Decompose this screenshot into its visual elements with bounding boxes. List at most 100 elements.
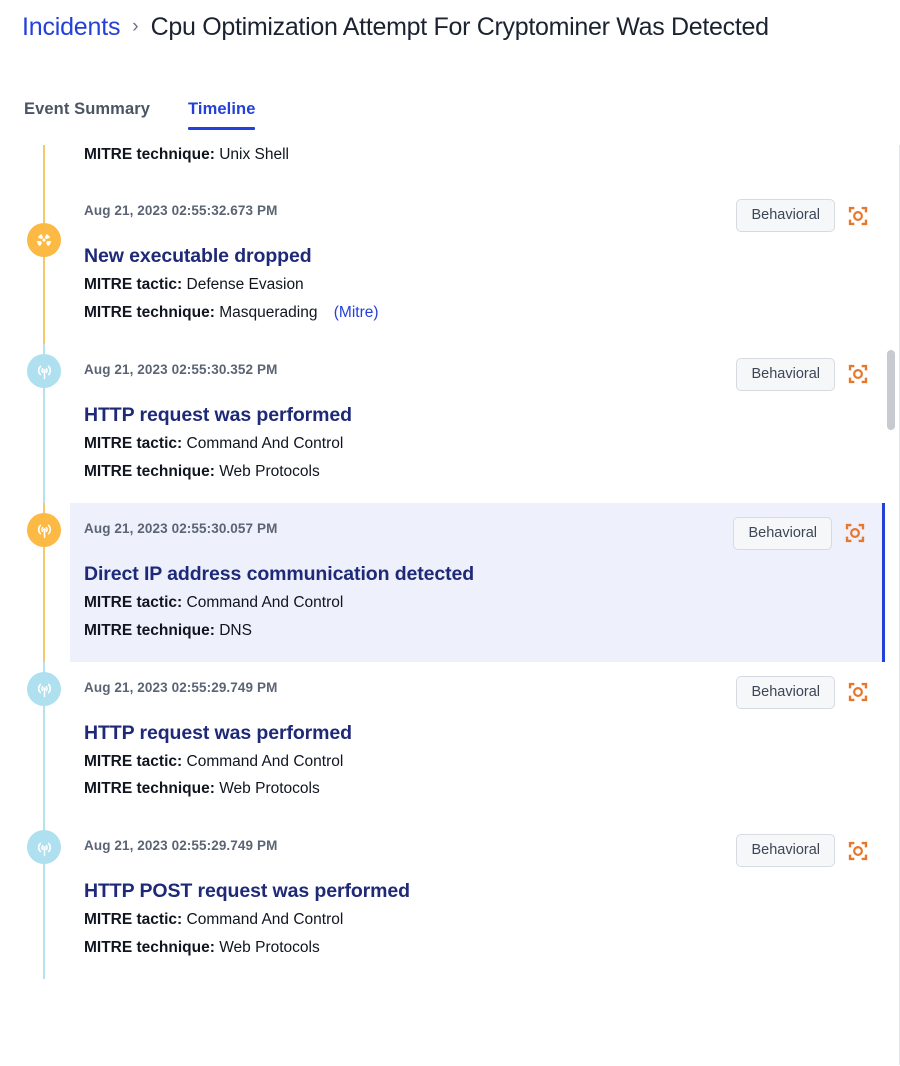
- timeline-row-content: Aug 21, 2023 02:55:30.057 PM Behavioral …: [70, 502, 899, 662]
- timeline-gutter: [0, 820, 70, 980]
- event-tactic-label: MITRE tactic:: [84, 434, 183, 452]
- event-technique-line: MITRE technique: DNS: [84, 621, 866, 642]
- timeline-node[interactable]: [27, 830, 61, 865]
- event-technique-value: Web Protocols: [219, 780, 320, 798]
- event-technique-label: MITRE technique:: [84, 146, 215, 163]
- timeline-row-content: MITRE technique: Unix Shell: [70, 145, 899, 185]
- event-technique-line: MITRE technique: Web Protocols: [84, 462, 869, 483]
- timeline-gutter: [0, 145, 70, 185]
- event-title[interactable]: Direct IP address communication detected: [84, 563, 866, 586]
- status-badge[interactable]: Behavioral: [733, 516, 832, 550]
- event-header: Aug 21, 2023 02:55:30.352 PM Behavioral: [84, 357, 869, 391]
- detection-focus-icon[interactable]: [847, 205, 869, 227]
- radiation-hazard-icon: [36, 234, 52, 247]
- event-technique-value: Web Protocols: [219, 939, 320, 957]
- event-card[interactable]: Aug 21, 2023 02:55:29.749 PM Behavioral …: [84, 662, 885, 821]
- status-badge[interactable]: Behavioral: [736, 675, 835, 709]
- timeline-row: Aug 21, 2023 02:55:29.749 PM Behavioral …: [0, 661, 899, 821]
- event-tactic-label: MITRE tactic:: [84, 752, 183, 770]
- event-tactic-line: MITRE tactic: Command And Control: [84, 752, 869, 773]
- event-card-selected[interactable]: Aug 21, 2023 02:55:30.057 PM Behavioral …: [70, 502, 885, 662]
- event-technique-value: Masquerading: [219, 303, 318, 321]
- event-card[interactable]: Aug 21, 2023 02:55:32.673 PM Behavioral …: [84, 185, 885, 344]
- event-technique-label: MITRE technique:: [84, 939, 215, 957]
- timeline-node[interactable]: [27, 223, 61, 257]
- event-technique-line: MITRE technique: Masquerading (Mitre): [84, 303, 869, 324]
- timeline-row: Aug 21, 2023 02:55:29.749 PM Behavioral …: [0, 820, 899, 980]
- timeline-row-content: Aug 21, 2023 02:55:29.749 PM Behavioral …: [70, 662, 899, 821]
- detection-focus-icon[interactable]: [847, 363, 869, 385]
- event-tactic-line: MITRE tactic: Command And Control: [84, 434, 869, 455]
- event-timestamp: Aug 21, 2023 02:55:29.749 PM: [84, 838, 278, 854]
- detection-focus-icon[interactable]: [844, 522, 866, 544]
- network-signal-icon: [37, 683, 51, 698]
- page-title: Cpu Optimization Attempt For Cryptominer…: [150, 12, 769, 41]
- event-header: Aug 21, 2023 02:55:32.673 PM Behavioral: [84, 199, 869, 232]
- timeline-spine-segment: [43, 185, 45, 344]
- event-meta: Behavioral: [736, 675, 869, 709]
- event-card[interactable]: Aug 21, 2023 02:55:30.352 PM Behavioral …: [84, 344, 885, 503]
- event-technique-label: MITRE technique:: [84, 621, 215, 639]
- timeline-row-content: Aug 21, 2023 02:55:30.352 PM Behavioral …: [70, 344, 899, 503]
- timeline-row-selected: Aug 21, 2023 02:55:30.057 PM Behavioral …: [0, 502, 899, 662]
- event-tactic-line: MITRE tactic: Command And Control: [84, 593, 866, 614]
- event-technique-label: MITRE technique:: [84, 780, 215, 798]
- event-tactic-line: MITRE tactic: Defense Evasion: [84, 275, 869, 296]
- event-title[interactable]: HTTP request was performed: [84, 404, 869, 427]
- event-technique-line: MITRE technique: Web Protocols: [84, 938, 869, 959]
- breadcrumb-separator-icon: ›: [132, 15, 139, 37]
- status-badge[interactable]: Behavioral: [736, 199, 835, 232]
- event-title[interactable]: New executable dropped: [84, 245, 869, 268]
- scrollbar-thumb[interactable]: [887, 350, 895, 430]
- timeline-gutter: [0, 185, 70, 344]
- breadcrumb: Incidents › Cpu Optimization Attempt For…: [0, 0, 900, 46]
- timeline-spine-segment: [43, 145, 45, 185]
- event-tactic-label: MITRE tactic:: [84, 593, 183, 611]
- status-badge[interactable]: Behavioral: [736, 834, 835, 868]
- timeline-gutter: [0, 343, 70, 503]
- network-signal-icon: [37, 842, 51, 857]
- timeline-row: Aug 21, 2023 02:55:30.352 PM Behavioral …: [0, 343, 899, 503]
- mitre-reference-link[interactable]: (Mitre): [334, 304, 379, 321]
- event-tactic-label: MITRE tactic:: [84, 276, 183, 293]
- event-technique-value: Unix Shell: [219, 146, 289, 163]
- event-meta: Behavioral: [736, 834, 869, 868]
- event-meta: Behavioral: [733, 516, 866, 550]
- timeline-node[interactable]: [27, 512, 61, 547]
- tab-bar: Event Summary Timeline: [0, 88, 900, 130]
- event-technique-label: MITRE technique:: [84, 303, 215, 321]
- event-technique-line: MITRE technique: Unix Shell: [84, 145, 869, 166]
- timeline-node[interactable]: [27, 671, 61, 706]
- tab-event-summary[interactable]: Event Summary: [24, 100, 150, 130]
- event-technique-label: MITRE technique:: [84, 462, 215, 480]
- event-timestamp: Aug 21, 2023 02:55:30.352 PM: [84, 361, 278, 377]
- timeline-row-content: Aug 21, 2023 02:55:32.673 PM Behavioral …: [70, 185, 899, 344]
- event-technique-value: DNS: [219, 621, 252, 639]
- event-card[interactable]: MITRE technique: Unix Shell: [84, 145, 885, 166]
- timeline-node[interactable]: [27, 353, 61, 388]
- detection-focus-icon[interactable]: [847, 681, 869, 703]
- event-header: Aug 21, 2023 02:55:30.057 PM Behavioral: [84, 516, 866, 550]
- status-badge[interactable]: Behavioral: [736, 357, 835, 391]
- event-tactic-value: Command And Control: [186, 752, 344, 770]
- timeline-scroll-region[interactable]: MITRE technique: Unix Shell Aug 21, 2023…: [0, 145, 900, 1065]
- event-header: Aug 21, 2023 02:55:29.749 PM Behavioral: [84, 834, 869, 868]
- event-tactic-value: Command And Control: [186, 593, 344, 611]
- event-timestamp: Aug 21, 2023 02:55:29.749 PM: [84, 679, 278, 695]
- event-technique-line: MITRE technique: Web Protocols: [84, 779, 869, 800]
- detection-focus-icon[interactable]: [847, 840, 869, 862]
- event-title[interactable]: HTTP POST request was performed: [84, 880, 869, 903]
- scrollbar-track[interactable]: [887, 145, 895, 1065]
- event-timestamp: Aug 21, 2023 02:55:32.673 PM: [84, 203, 278, 218]
- event-tactic-value: Command And Control: [186, 434, 344, 452]
- event-title[interactable]: HTTP request was performed: [84, 722, 869, 745]
- breadcrumb-link-incidents[interactable]: Incidents: [22, 13, 120, 42]
- event-meta: Behavioral: [736, 357, 869, 391]
- timeline-gutter: [0, 661, 70, 821]
- tab-timeline[interactable]: Timeline: [188, 100, 256, 130]
- timeline-row-content: Aug 21, 2023 02:55:29.749 PM Behavioral …: [70, 820, 899, 979]
- event-card[interactable]: Aug 21, 2023 02:55:29.749 PM Behavioral …: [84, 820, 885, 979]
- network-signal-icon: [37, 524, 51, 539]
- event-tactic-value: Defense Evasion: [186, 276, 304, 293]
- event-header: Aug 21, 2023 02:55:29.749 PM Behavioral: [84, 675, 869, 709]
